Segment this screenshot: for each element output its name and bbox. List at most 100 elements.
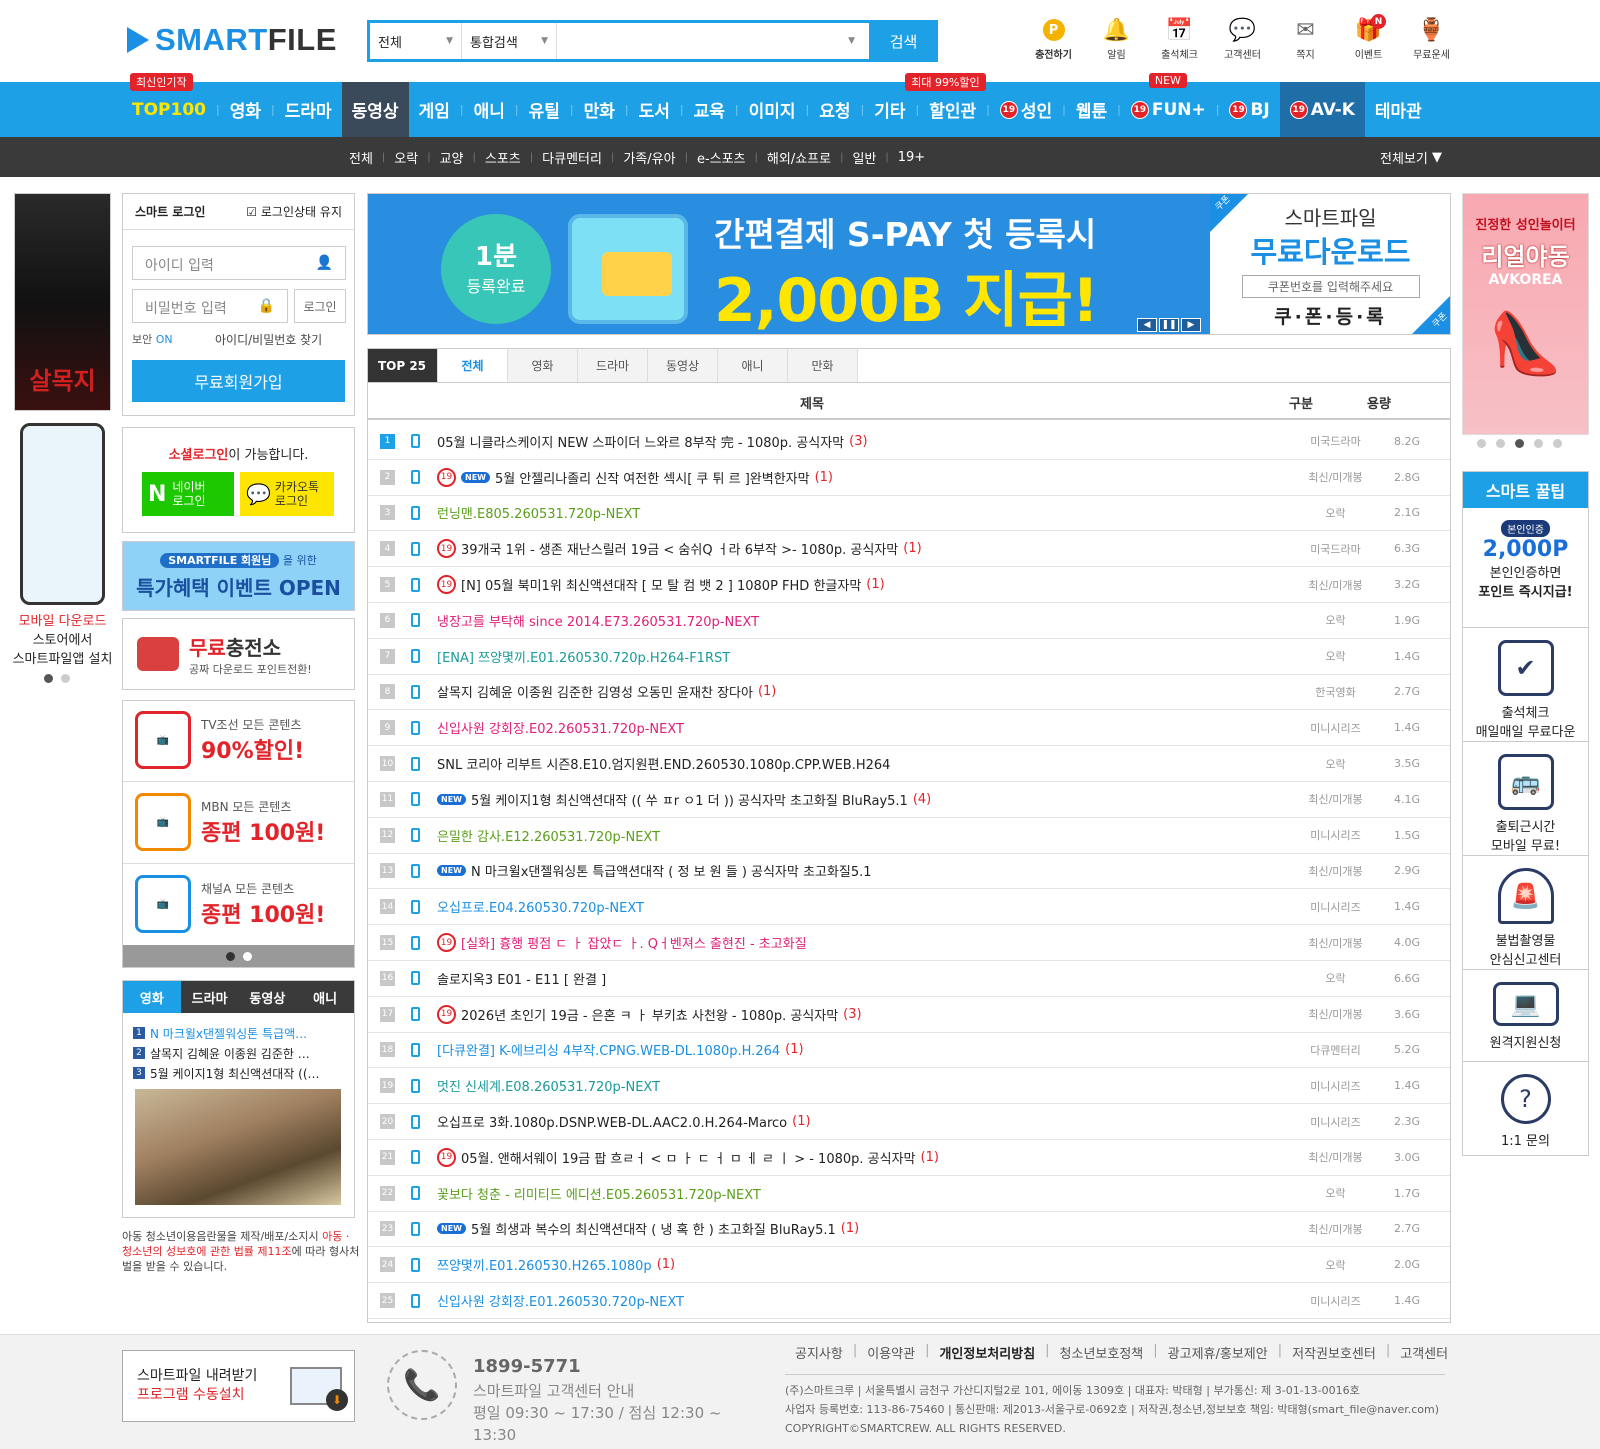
nav-util[interactable]: 유틸 (519, 82, 570, 137)
coupon-input[interactable]: 쿠폰번호를 입력해주세요 (1241, 275, 1420, 298)
table-row[interactable]: 8 살목지 김혜윤 이종원 김준한 김영성 오동민 윤재찬 장다아 (1) 한국영화 2… (367, 675, 1451, 711)
table-row[interactable]: 9 신입사원 강회장.E02.260531.720p-NEXT 미니시리즈 1.4G (367, 710, 1451, 747)
hero-banner[interactable]: 1분 등록완료 간편결제 S-PAY 첫 등록시 2,000B 지급! 스마트파일… (367, 193, 1451, 335)
table-row[interactable]: 22 꽃보다 청춘 - 리미티드 에디션.E05.260531.720p-NEXT… (367, 1176, 1451, 1212)
nav-video[interactable]: 동영상 (341, 82, 409, 137)
adult-site-banner[interactable]: 진정한 성인놀이터 리얼야동 AVKOREA 👠 (1462, 193, 1589, 435)
password-field[interactable]: 비밀번호 입력 🔒 (132, 289, 288, 323)
table-row[interactable]: 10 SNL 코리아 리부트 시즌8.E10.엄지원편.END.260530.10… (367, 746, 1451, 782)
free-charge-banner[interactable]: 무료충전소 공짜 다운로드 포인트전환! (122, 618, 355, 690)
table-row[interactable]: 2 19 NEW 5월 안젤리나졸리 신작 여전한 섹시[ 쿠 튀 르 ]완벽한자막(… (367, 460, 1451, 496)
tip-commute[interactable]: 🚌 출퇴근시간 모바일 무료! (1463, 742, 1588, 856)
support-button[interactable]: 💬 고객센터 (1211, 14, 1274, 62)
row-title[interactable]: N 마크윌x댄젤워싱톤 특급액션대작 ( 정 보 원 들 ) 공식자막 초고화질… (471, 861, 872, 880)
tab-movie[interactable]: 영화 (508, 348, 578, 382)
row-title[interactable]: [ENA] 쯔양몇끼.E01.260530.720p.H264-F1RST (437, 647, 730, 666)
subnav-item[interactable]: 가족/유아 (614, 148, 684, 167)
subnav-item[interactable]: 스포츠 (476, 148, 530, 167)
footer-link[interactable]: 청소년보호정책 (1050, 1343, 1154, 1362)
nav-top100[interactable]: 최신인기작 TOP100 (122, 73, 216, 137)
table-row[interactable]: 21 19 05월. 앤해서웨이 19금 팝 흐ㄹㅓ < ㅁ ㅏ ㄷ ㅓ ㅁ ㅔ ㄹ… (367, 1140, 1451, 1176)
footer-link[interactable]: 공지사항 (785, 1343, 853, 1362)
footer-link[interactable]: 저작권보호센터 (1282, 1343, 1386, 1362)
tab-anime[interactable]: 애니 (718, 348, 788, 382)
row-title[interactable]: [N] 05월 북미1위 최신액션대작 [ 모 탈 컴 뱃 2 ] 1080P … (461, 575, 861, 594)
nav-edu[interactable]: 교육 (684, 82, 735, 137)
nav-comic[interactable]: 만화 (574, 82, 625, 137)
row-title[interactable]: 솔로지옥3 E01 - E11 [ 완결 ] (437, 969, 606, 988)
footer-link[interactable]: 이용약관 (857, 1343, 925, 1362)
view-all-button[interactable]: 전체보기 ▼ (1380, 137, 1442, 177)
slider-dot[interactable] (242, 951, 252, 961)
mini-tab-drama[interactable]: 드라마 (181, 981, 239, 1013)
nav-movie[interactable]: 영화 (220, 82, 271, 137)
attendance-button[interactable]: 📅 출석체크 (1148, 14, 1211, 62)
tab-all[interactable]: 전체 (438, 348, 508, 382)
join-button[interactable]: 무료회원가입 (132, 360, 345, 402)
pause-icon[interactable]: ❚❚ (1159, 318, 1179, 332)
table-row[interactable]: 3 런닝맨.E805.260531.720p-NEXT 오락 2.1G (367, 496, 1451, 532)
table-row[interactable]: 7 [ENA] 쯔양몇끼.E01.260530.720p.H264-F1RST 오락… (367, 639, 1451, 675)
keep-login-checkbox[interactable]: ☑ 로그인상태 유지 (246, 203, 342, 220)
tab-comic[interactable]: 만화 (788, 348, 858, 382)
table-row[interactable]: 11 NEW 5월 케이지1형 최신액션대작 (( 쑤 ㅍr ㅇ1 더 )) 공식자… (367, 782, 1451, 818)
table-row[interactable]: 4 19 39개국 1위 - 생존 재난스릴러 19금 < 숨쉬Q ㅓ라 6부작 >… (367, 531, 1451, 568)
row-title[interactable]: 5월 안젤리나졸리 신작 여전한 섹시[ 쿠 튀 르 ]완벽한자막 (495, 468, 810, 487)
prev-icon[interactable]: ◀ (1137, 318, 1157, 332)
row-title[interactable]: 39개국 1위 - 생존 재난스릴러 19금 < 숨쉬Q ㅓ라 6부작 >- 1… (461, 539, 898, 558)
message-button[interactable]: ✉ 쪽지 (1274, 14, 1337, 62)
tip-remote[interactable]: 💻 원격지원신청 (1463, 970, 1588, 1062)
search-input[interactable] (557, 23, 849, 59)
table-row[interactable]: 5 19 [N] 05월 북미1위 최신액션대작 [ 모 탈 컴 뱃 2 ] 108… (367, 567, 1451, 603)
row-title[interactable]: 오십프로 3화.1080p.DSNP.WEB-DL.AAC2.0.H.264-M… (437, 1112, 787, 1131)
naver-login-button[interactable]: N 네이버 로그인 (142, 472, 234, 516)
slider-dot[interactable] (1515, 439, 1524, 448)
row-title[interactable]: 2026년 초인기 19금 - 은혼 ㅋ ㅏ 부키쵸 사천왕 - 1080p. … (461, 1005, 838, 1024)
slider-dot[interactable] (1477, 439, 1486, 448)
row-title[interactable]: 냉장고를 부탁해 since 2014.E73.260531.720p-NEXT (437, 611, 759, 630)
tip-inquiry[interactable]: ? 1:1 문의 (1463, 1062, 1588, 1158)
search-type-select[interactable]: 통합검색 ▼ (462, 23, 557, 59)
nav-adult[interactable]: 19 성인 (990, 82, 1062, 137)
promo-mbn[interactable]: 📺 MBN 모든 콘텐츠 종편 100원! (135, 789, 345, 855)
nav-theme[interactable]: 테마관 (1365, 82, 1432, 137)
nav-avk[interactable]: 19 AV-K (1279, 82, 1365, 137)
row-title[interactable]: [실화] 흉행 평점 ㄷ ㅏ 잡았ㄷ ㅏ. Qㅓ벤져스 출현진 - 초고화질 (461, 933, 807, 952)
slider-dot[interactable] (1553, 439, 1562, 448)
mini-list-item[interactable]: 2 살목지 김혜윤 이종원 김준한 … (123, 1043, 354, 1063)
logo[interactable]: SMARTFILE (127, 22, 337, 58)
subnav-item[interactable]: 전체 (340, 148, 382, 167)
row-title[interactable]: 은밀한 감사.E12.260531.720p-NEXT (437, 826, 660, 845)
notification-button[interactable]: 🔔 알림 (1085, 14, 1148, 62)
table-row[interactable]: 18 [다큐완결] K-에브리싱 4부작.CPNG.WEB-DL.1080p.H.… (367, 1033, 1451, 1069)
table-row[interactable]: 6 냉장고를 부탁해 since 2014.E73.260531.720p-NEX… (367, 603, 1451, 639)
subnav-item[interactable]: 다큐멘터리 (533, 148, 611, 167)
row-title[interactable]: 멋진 신세계.E08.260531.720p-NEXT (437, 1076, 660, 1095)
mobile-app-phone-image[interactable] (20, 423, 105, 605)
program-download-box[interactable]: 스마트파일 내려받기 프로그램 수동설치 ⬇ (122, 1350, 355, 1422)
tip-report[interactable]: 🚨 불법촬영물 안심신고센터 (1463, 856, 1588, 970)
slider-dot[interactable] (61, 674, 70, 683)
row-title[interactable]: 5월 희생과 복수의 최신액션대작 ( 냉 혹 한 ) 초고화질 BluRay5… (471, 1219, 836, 1238)
table-row[interactable]: 12 은밀한 감사.E12.260531.720p-NEXT 미니시리즈 1.5G (367, 818, 1451, 854)
fortune-button[interactable]: 🏺 무료운세 (1400, 14, 1463, 62)
tab-video[interactable]: 동영상 (648, 348, 718, 382)
tip-verify[interactable]: 본인인증 2,000P 본인인증하면 포인트 즉시지급! (1463, 508, 1588, 628)
row-title[interactable]: 05월 니클라스케이지 NEW 스파이더 느와르 8부작 完 - 1080p. … (437, 432, 844, 451)
table-row[interactable]: 17 19 2026년 초인기 19금 - 은혼 ㅋ ㅏ 부키쵸 사천왕 - 108… (367, 997, 1451, 1033)
table-row[interactable]: 1 05월 니클라스케이지 NEW 스파이더 느와르 8부작 完 - 1080p.… (367, 424, 1451, 460)
footer-link[interactable]: 개인정보처리방침 (929, 1343, 1045, 1362)
row-title[interactable]: 꽃보다 청춘 - 리미티드 에디션.E05.260531.720p-NEXT (437, 1184, 761, 1203)
subnav-item[interactable]: 일반 (843, 148, 885, 167)
find-account-link[interactable]: 아이디/비밀번호 찾기 (215, 331, 322, 348)
nav-anime[interactable]: 애니 (464, 82, 515, 137)
id-field[interactable]: 아이디 입력 👤 (132, 246, 346, 280)
footer-link[interactable]: 광고제휴/홍보제안 (1158, 1343, 1278, 1362)
row-title[interactable]: 살목지 김혜윤 이종원 김준한 김영성 오동민 윤재찬 장다아 (437, 682, 753, 701)
subnav-item[interactable]: 해외/쇼프로 (758, 148, 840, 167)
mini-list-item[interactable]: 3 5월 케이지1형 최신액션대작 ((… (123, 1063, 354, 1083)
table-row[interactable]: 14 오십프로.E04.260530.720p-NEXT 미니시리즈 1.4G (367, 889, 1451, 926)
tab-drama[interactable]: 드라마 (578, 348, 648, 382)
mini-tab-movie[interactable]: 영화 (123, 981, 181, 1013)
subnav-item[interactable]: e-스포츠 (688, 148, 755, 167)
